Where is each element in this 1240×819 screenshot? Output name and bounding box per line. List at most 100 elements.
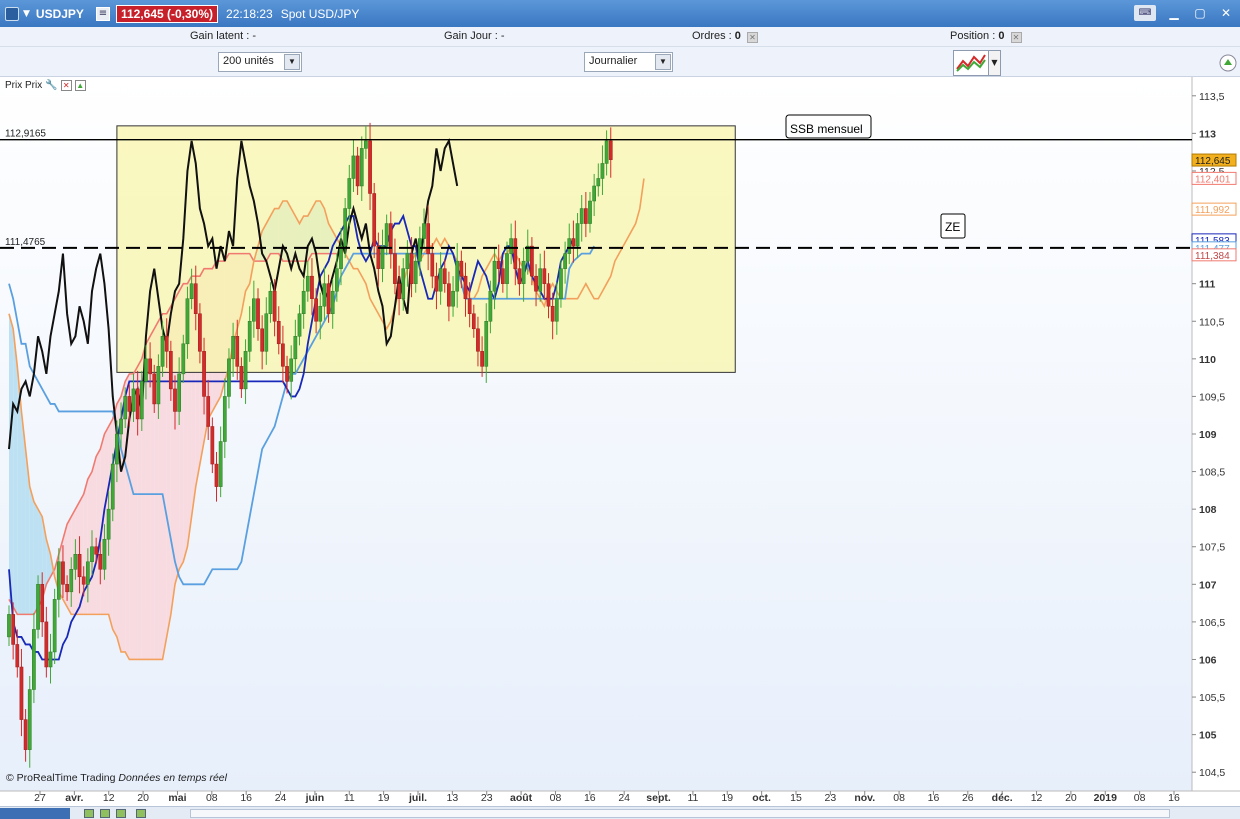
shortcut-icon[interactable]	[100, 809, 110, 818]
candle-down	[127, 396, 132, 412]
chevron-down-icon[interactable]: ▼	[655, 54, 671, 70]
up-arrow-icon[interactable]: ▲	[74, 80, 86, 91]
kumo-segment	[9, 313, 14, 607]
indicators-button[interactable]: ▼	[953, 50, 1001, 76]
price-label-text: 111,992	[1195, 205, 1230, 216]
level-value-label: 112,9165	[5, 129, 46, 140]
clock-time: 22:18:23	[226, 6, 273, 21]
candle-down	[388, 223, 393, 254]
candle-down	[210, 426, 215, 465]
x-tick-label: 27	[34, 792, 46, 804]
candle-down	[459, 260, 464, 277]
kumo-segment	[145, 336, 151, 660]
candle-up	[588, 200, 592, 224]
y-tick-label: 104,5	[1199, 767, 1225, 779]
candle-down	[206, 396, 211, 427]
candle-up	[343, 208, 347, 247]
candle-up	[160, 336, 165, 367]
candle-down	[40, 584, 45, 623]
candle-up	[563, 253, 567, 269]
candle-down	[467, 298, 472, 314]
chevron-down-icon[interactable]: ▼	[988, 51, 1000, 75]
copyright-text: © ProRealTime Trading	[6, 772, 116, 784]
candle-down	[281, 343, 285, 367]
candle-up	[579, 208, 584, 224]
candle-down	[463, 275, 468, 299]
candle-down	[81, 576, 86, 585]
x-tick-label: 23	[825, 792, 837, 804]
candle-up	[364, 140, 368, 149]
candle-down	[372, 193, 377, 247]
candle-up	[139, 381, 144, 420]
x-tick-label: 20	[137, 792, 149, 804]
candle-up	[123, 396, 128, 420]
candle-down	[148, 358, 152, 375]
y-tick-label: 110,5	[1199, 316, 1225, 328]
remove-icon[interactable]: ✕	[60, 80, 72, 91]
candle-down	[442, 268, 447, 284]
chevron-down-icon[interactable]: ▼	[284, 54, 300, 70]
y-tick-label: 109,5	[1199, 391, 1225, 403]
candle-down	[94, 546, 99, 555]
menu-icon[interactable]: ≡	[95, 6, 110, 21]
horizontal-scrollbar[interactable]	[190, 809, 1170, 818]
candle-down	[239, 366, 244, 390]
close-icon[interactable]: ✕	[1218, 5, 1234, 21]
candle-up	[289, 358, 294, 382]
candle-down	[326, 283, 331, 314]
y-tick-label: 105,5	[1199, 692, 1225, 704]
candle-up	[48, 651, 53, 668]
shortcut-icon[interactable]	[136, 809, 146, 818]
ordres-close-icon[interactable]: ✕	[746, 32, 758, 43]
x-tick-label: août	[510, 792, 533, 804]
maximize-icon[interactable]: ▢	[1192, 5, 1208, 21]
gain-jour: Gain Jour : -	[444, 30, 505, 42]
symbol-dropdown-icon[interactable]: ▼	[23, 9, 30, 19]
x-tick-label: 19	[721, 792, 733, 804]
candle-up	[413, 260, 418, 284]
y-tick-label: 113	[1199, 128, 1216, 140]
candle-down	[397, 283, 401, 299]
start-button[interactable]	[0, 808, 70, 819]
price-label-text: 112,401	[1195, 174, 1231, 185]
candle-up	[86, 561, 90, 585]
shortcut-icon[interactable]	[116, 809, 126, 818]
symbol-name[interactable]: USDJPY	[36, 7, 84, 21]
minimize-icon[interactable]: ▁	[1166, 5, 1182, 21]
candle-down	[355, 155, 360, 187]
keyboard-icon[interactable]: ⌨	[1134, 5, 1156, 21]
candle-up	[384, 223, 389, 247]
instrument-name: Spot USD/JPY	[280, 6, 360, 21]
candle-down	[152, 373, 157, 405]
ze-annotation: ZE	[945, 220, 960, 234]
indicator-chart-icon	[956, 54, 986, 72]
shortcut-icon[interactable]	[84, 809, 94, 818]
position-close-icon[interactable]: ✕	[1010, 32, 1022, 43]
copyright-notice: © ProRealTime Trading Données en temps r…	[6, 772, 227, 784]
timeframe-select[interactable]: Journalier ▼	[584, 52, 673, 72]
candle-down	[542, 268, 547, 284]
candle-up	[509, 238, 513, 254]
scroll-up-icon[interactable]	[1218, 50, 1238, 76]
candle-down	[61, 561, 65, 585]
y-tick-label: 107,5	[1199, 542, 1225, 554]
x-tick-label: 08	[550, 792, 562, 804]
quantity-select[interactable]: 200 unités ▼	[218, 52, 302, 72]
x-tick-label: déc.	[992, 792, 1013, 804]
candle-up	[268, 290, 273, 314]
y-tick-label: 113,5	[1199, 91, 1225, 103]
price-chart[interactable]: 112,9165111,4765 113,5113112,5112111,511…	[0, 77, 1240, 806]
x-tick-label: nov.	[854, 792, 875, 804]
candle-up	[305, 275, 310, 292]
chart-name-label[interactable]: Prix Prix 🔧 ✕ ▲	[5, 80, 86, 91]
ordres-value: 0	[734, 30, 741, 42]
candle-down	[169, 351, 173, 390]
candle-down	[256, 298, 260, 330]
candle-up	[218, 441, 223, 487]
candle-down	[272, 290, 277, 322]
x-tick-label: mai	[168, 792, 186, 804]
y-tick-label: 110	[1199, 354, 1216, 366]
gain-latent-value: -	[252, 30, 257, 42]
candle-up	[73, 554, 78, 570]
wrench-icon[interactable]: 🔧	[45, 80, 57, 91]
